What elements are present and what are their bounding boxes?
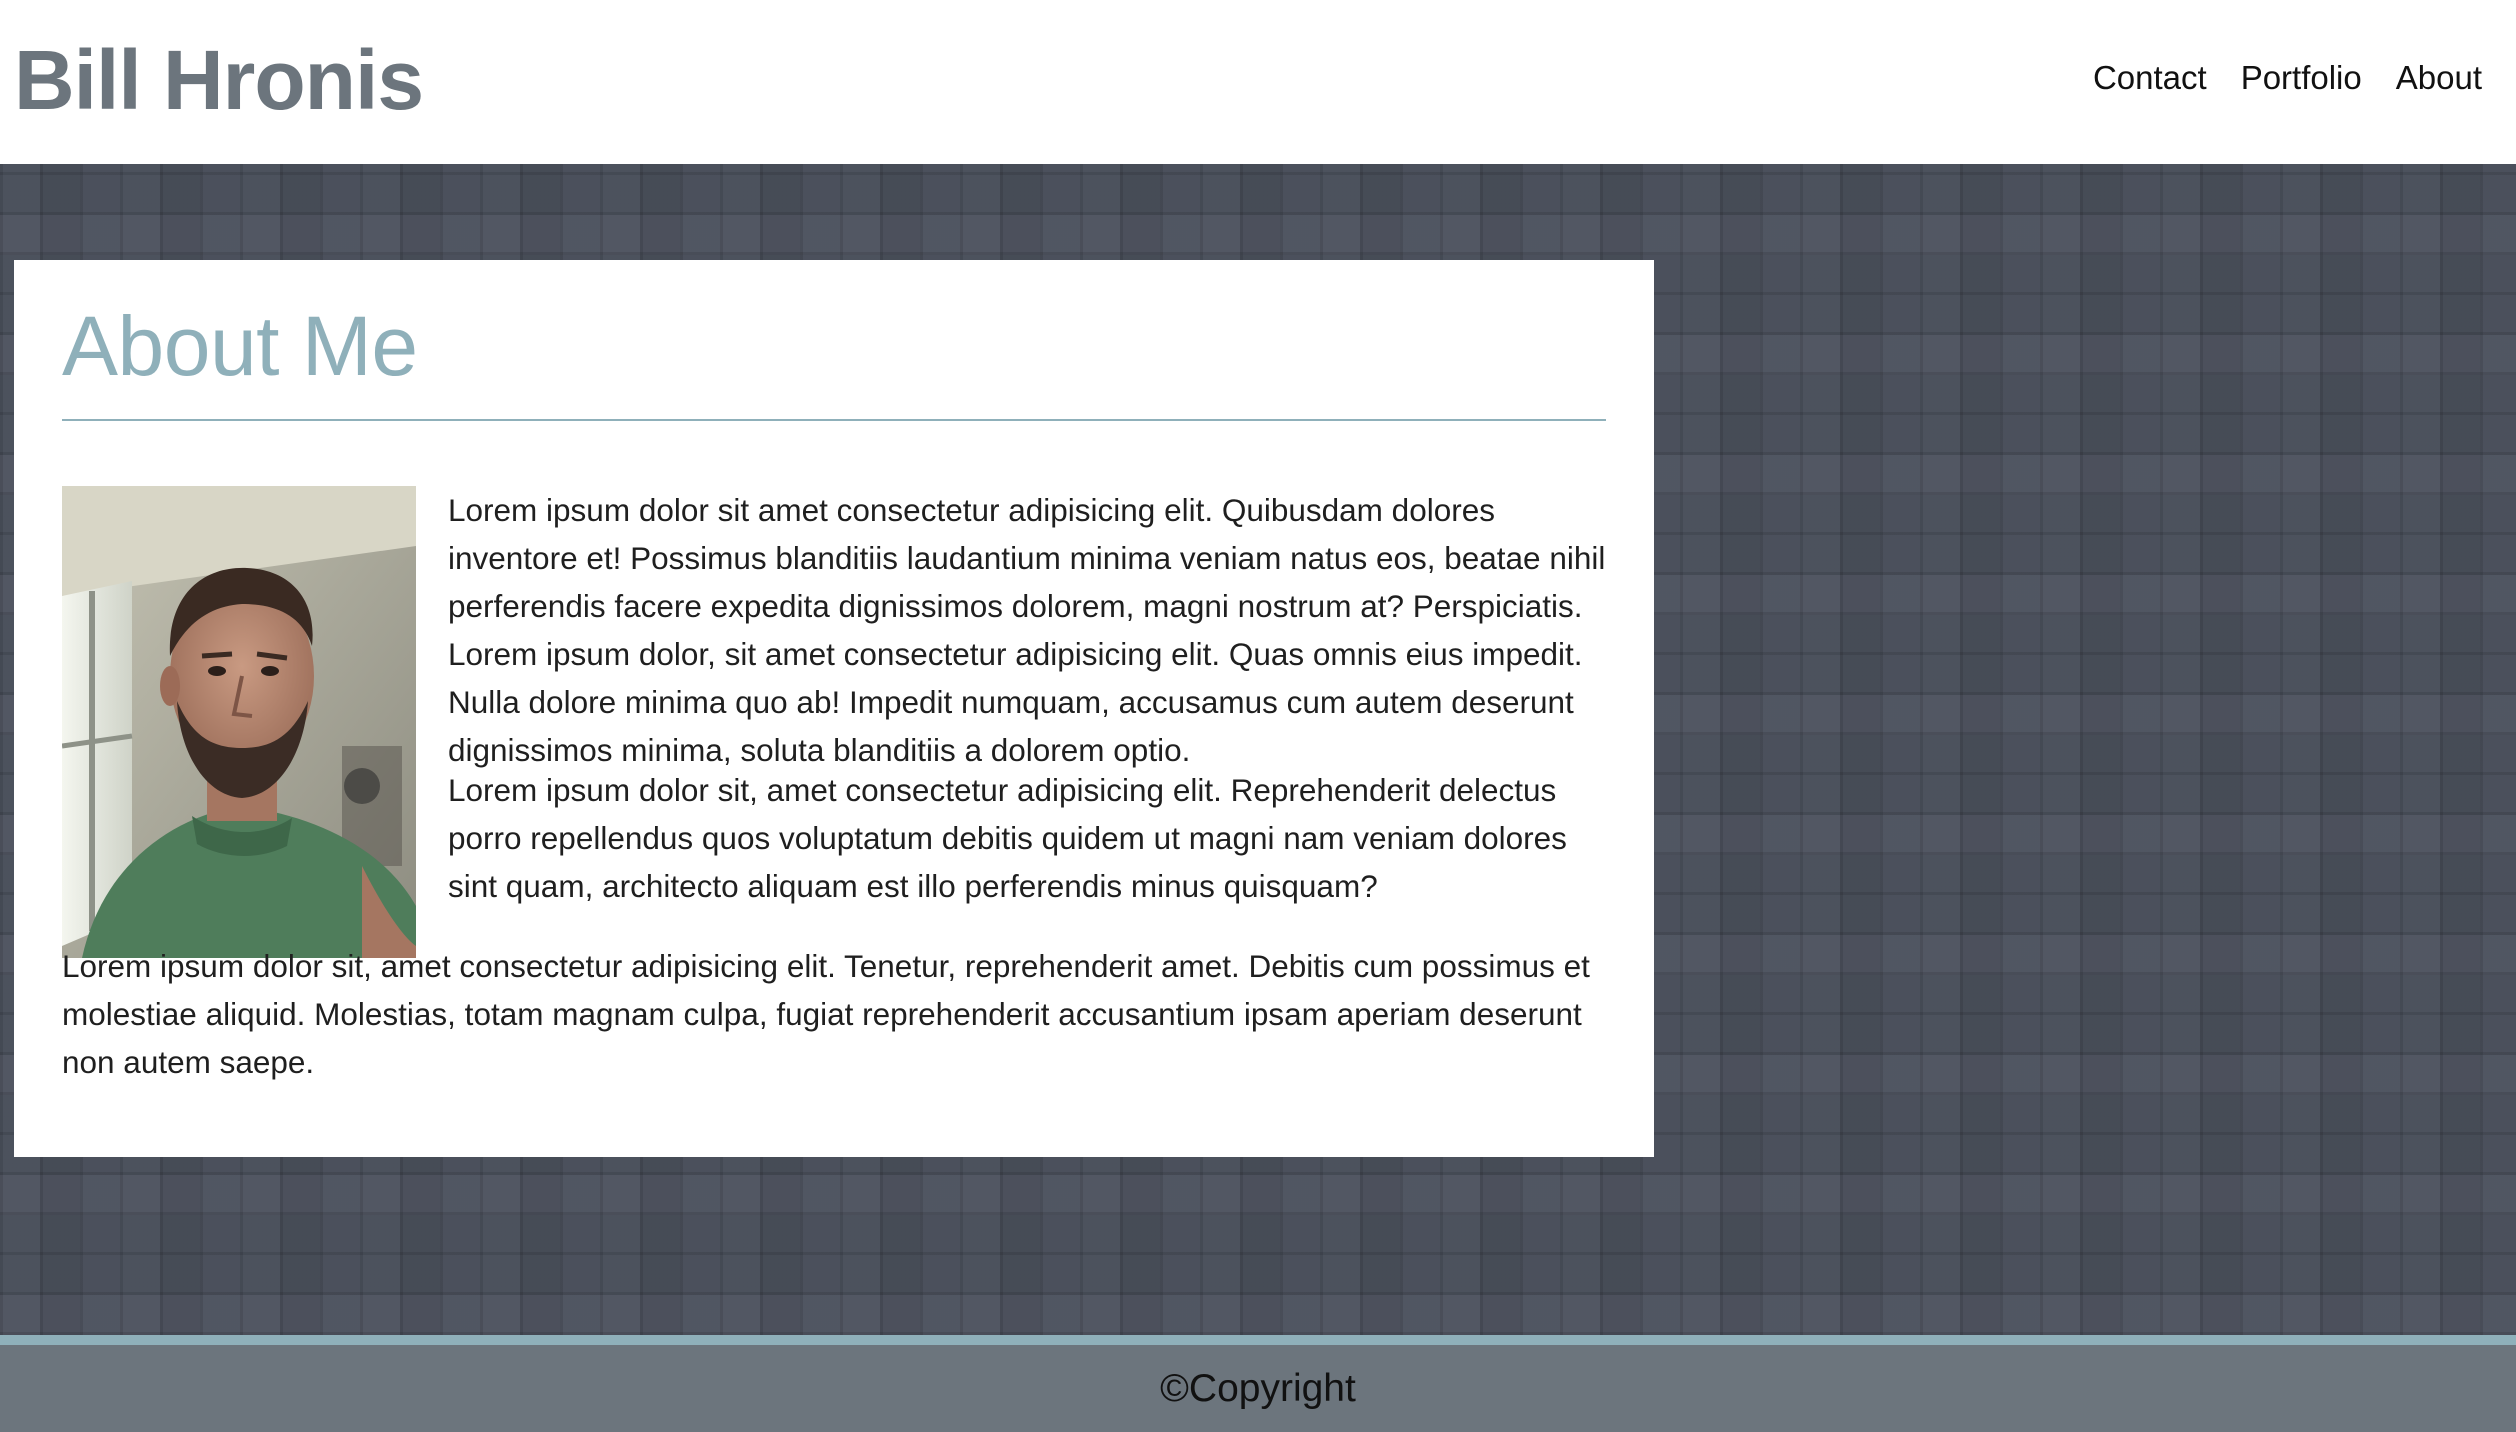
site-title[interactable]: Bill Hronis [14,30,424,130]
footer-accent-stripe [0,1335,2516,1345]
site-header: Bill Hronis Contact Portfolio About [0,0,2516,164]
profile-photo-image [62,486,416,958]
heading-divider [62,419,1606,421]
site-footer: ©Copyright [0,1345,2516,1432]
main-content-area: About Me Lorem ipsum dolor sit amet cons… [0,164,2516,1335]
about-paragraph-3: Lorem ipsum dolor sit, amet consectetur … [62,948,1590,1080]
main-nav: Contact Portfolio About [2093,56,2482,100]
nav-link-contact[interactable]: Contact [2093,56,2207,100]
profile-photo [62,486,416,958]
about-paragraph-1: Lorem ipsum dolor sit amet consectetur a… [448,492,1606,768]
nav-link-about[interactable]: About [2396,56,2482,100]
nav-link-portfolio[interactable]: Portfolio [2241,56,2362,100]
about-heading: About Me [62,299,418,393]
about-paragraph-2: Lorem ipsum dolor sit, amet consectetur … [448,772,1567,904]
about-card: About Me Lorem ipsum dolor sit amet cons… [14,260,1654,1157]
copyright-text: ©Copyright [1160,1366,1356,1410]
